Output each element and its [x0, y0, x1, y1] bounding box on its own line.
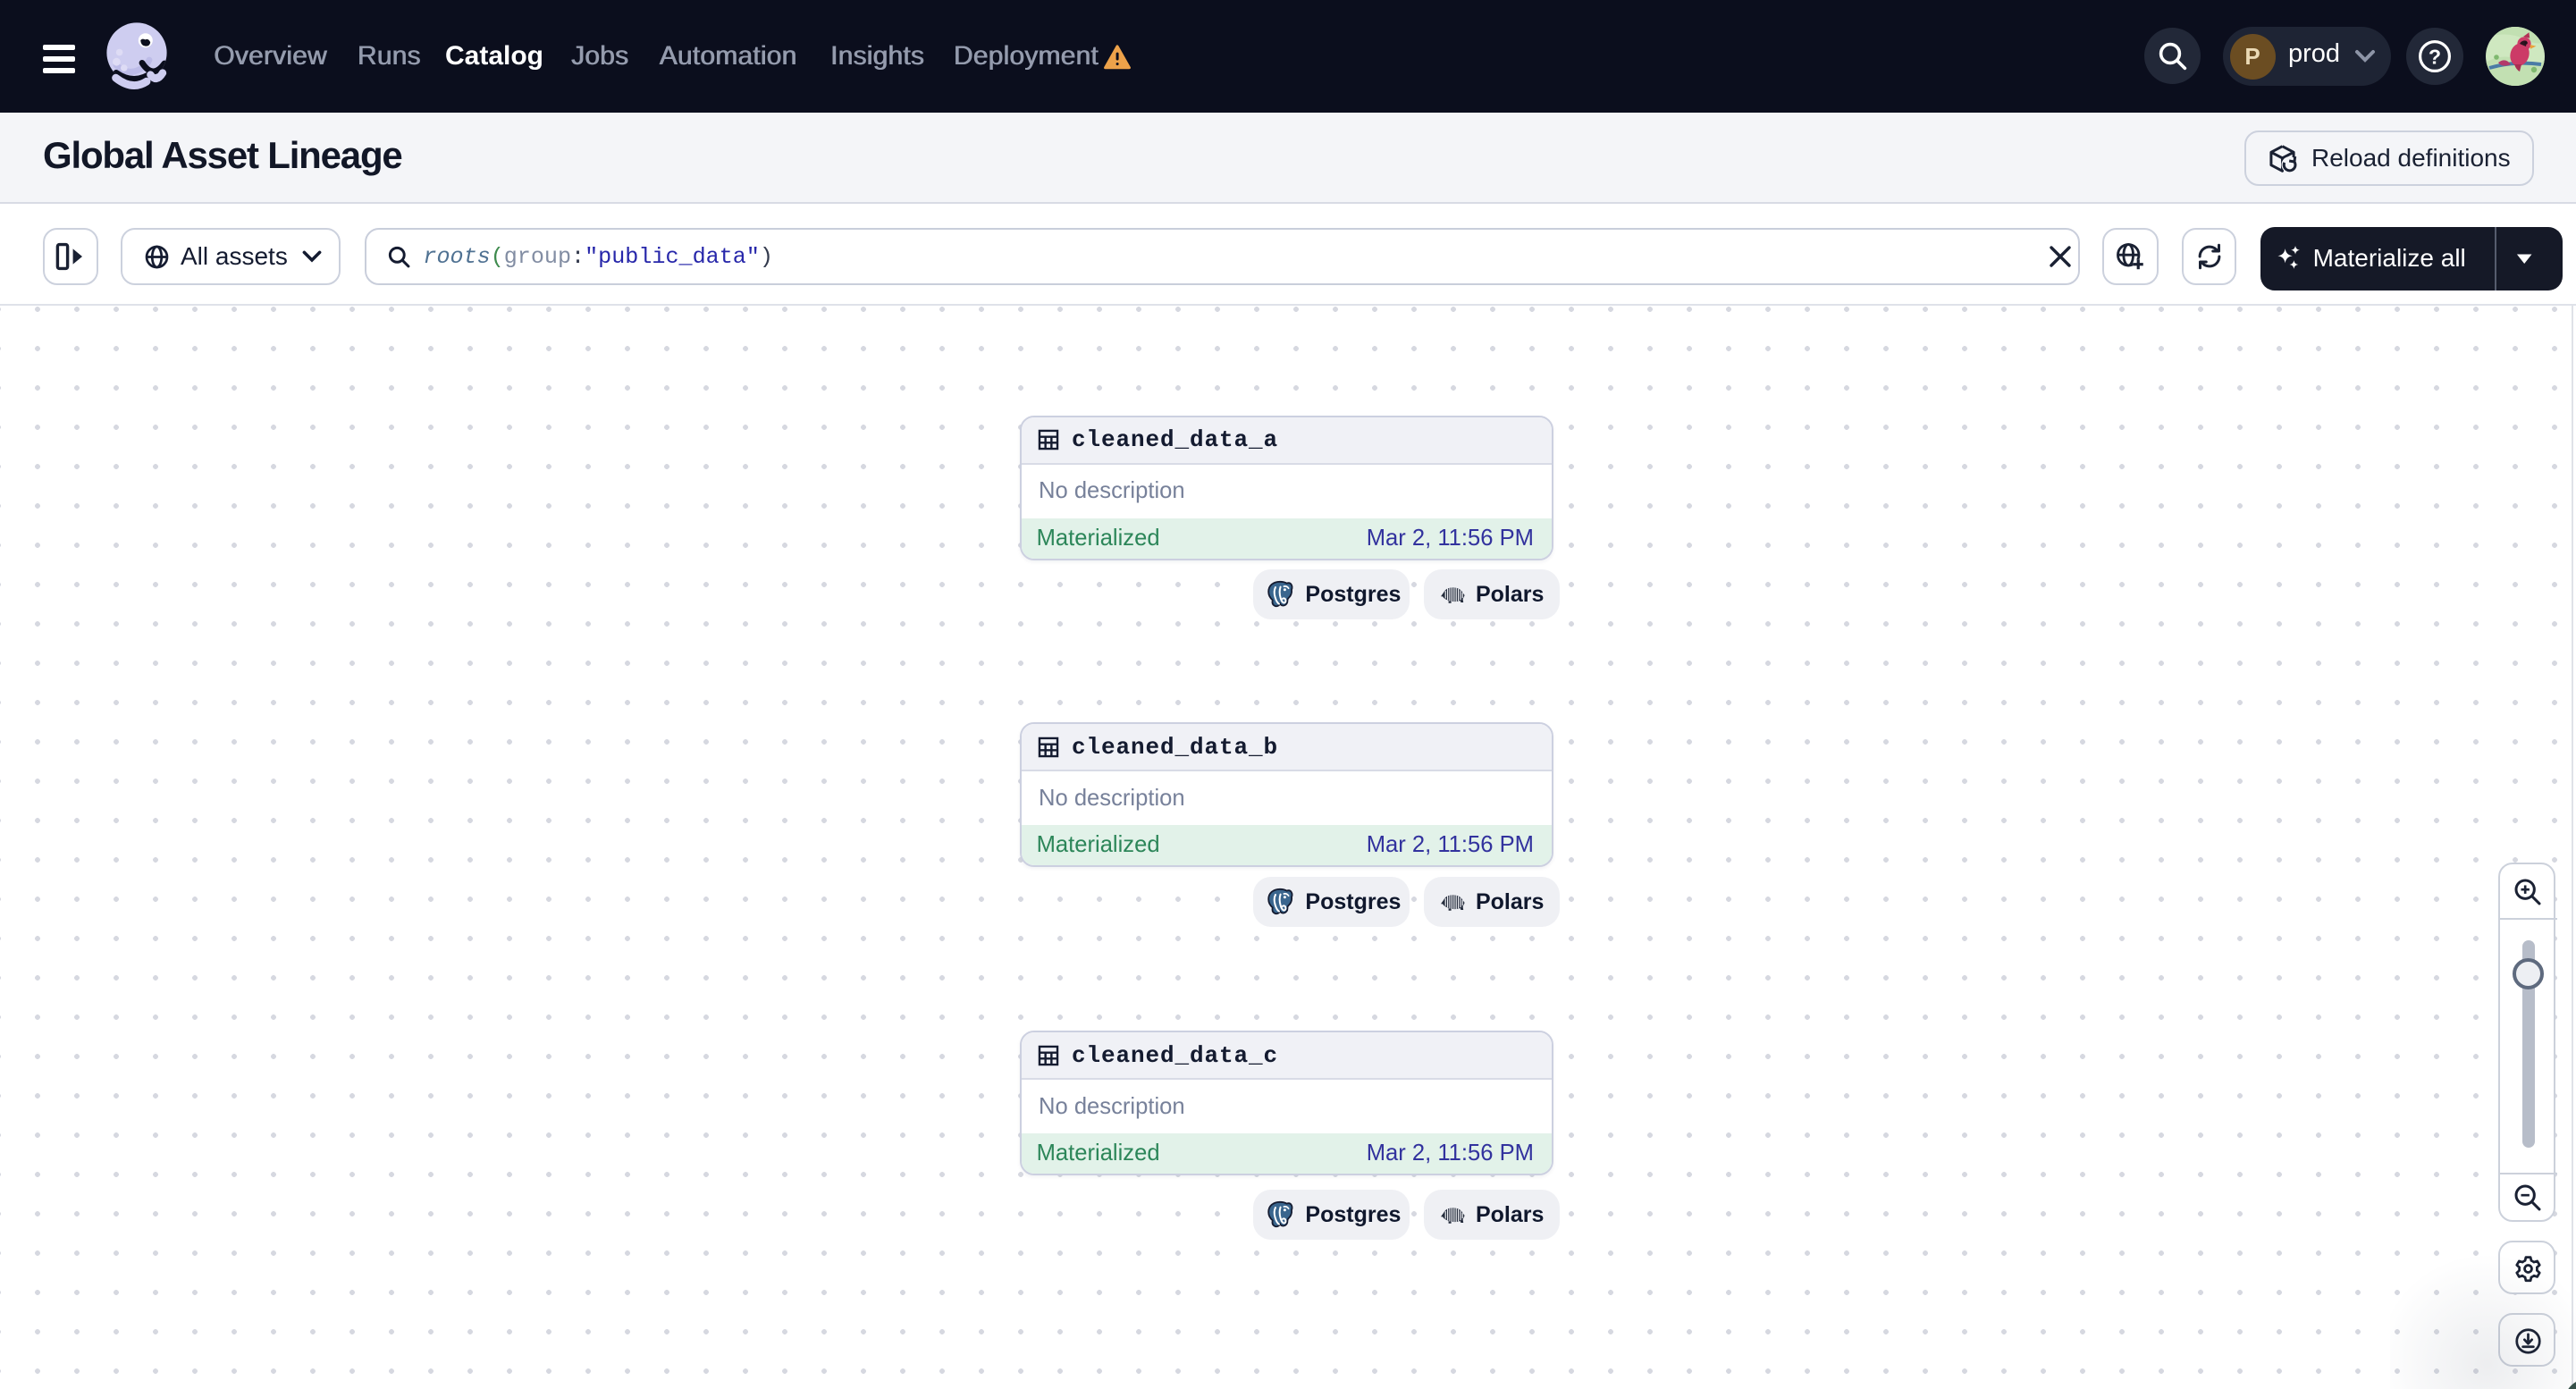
svg-text:?: ?: [2429, 45, 2441, 68]
